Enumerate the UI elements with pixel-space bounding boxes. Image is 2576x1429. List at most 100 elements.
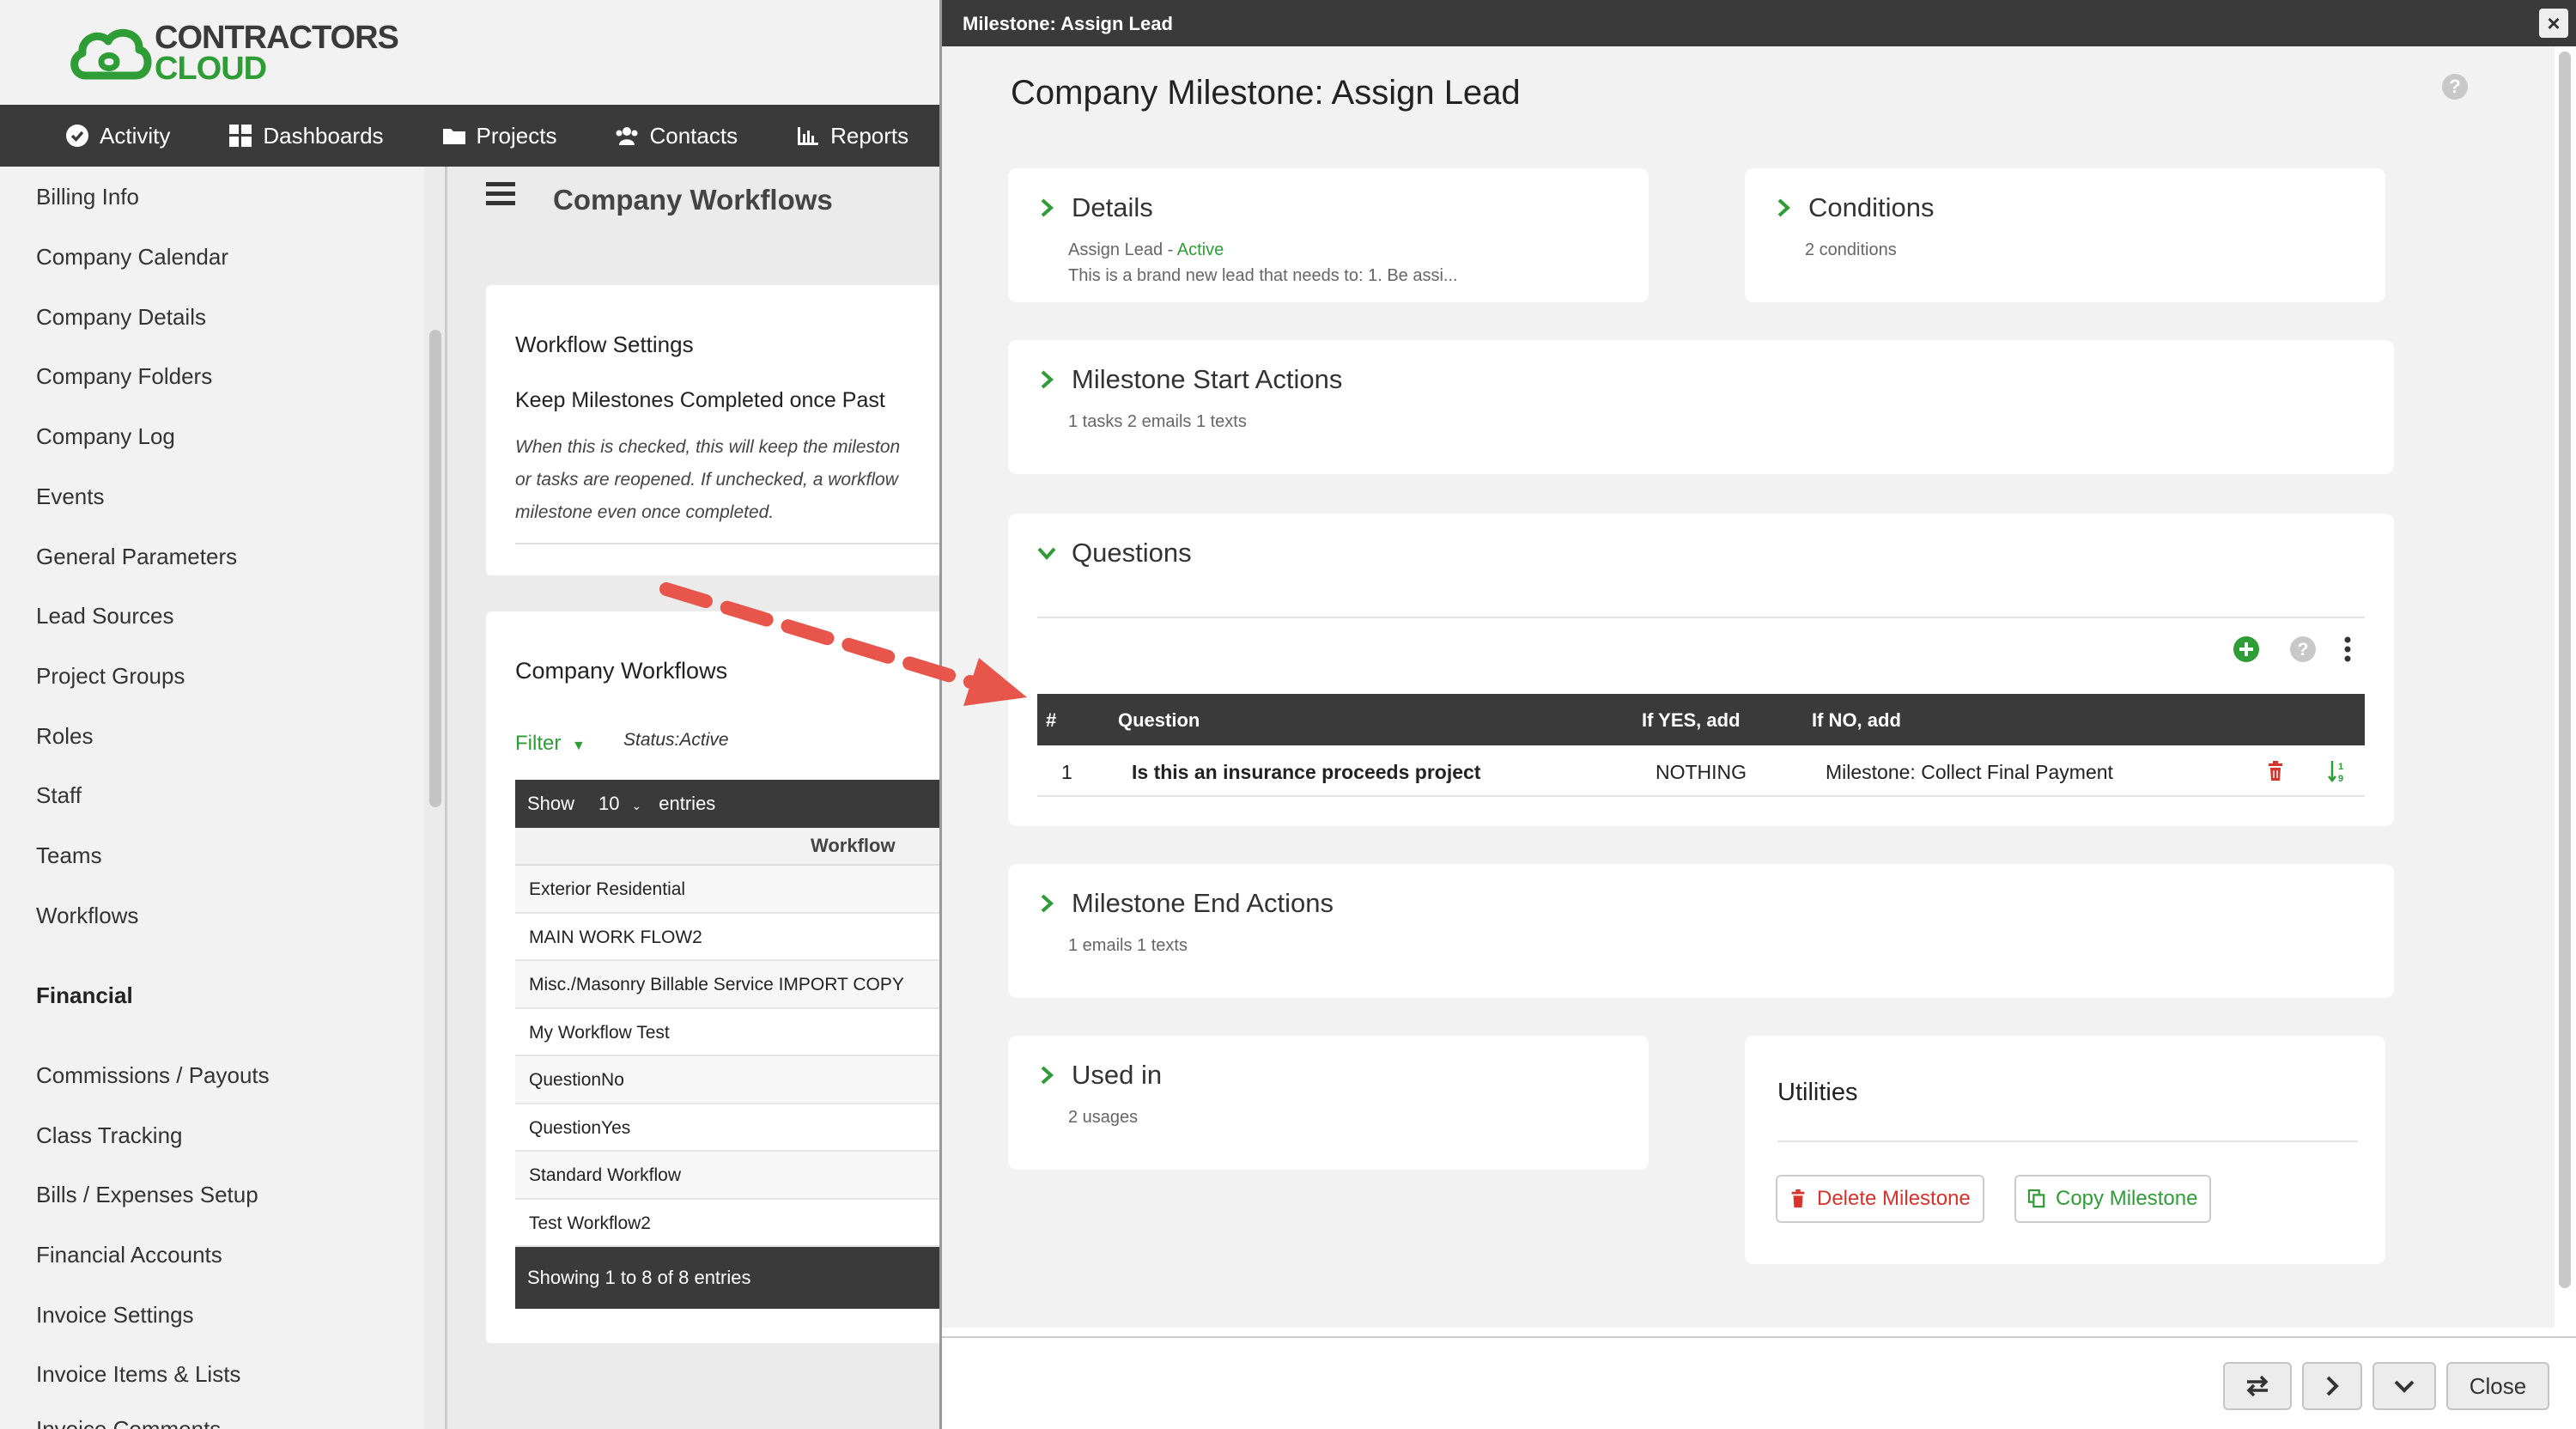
- sidebar-item-bills-expenses-setup[interactable]: Bills / Expenses Setup: [36, 1182, 258, 1208]
- logo-line2: CLOUD: [155, 51, 267, 87]
- sidebar-item-invoice-comments[interactable]: Invoice Comments: [36, 1416, 221, 1429]
- conditions-title: Conditions: [1808, 192, 1935, 222]
- sidebar-item-project-groups[interactable]: Project Groups: [36, 663, 185, 690]
- trash-icon[interactable]: [2267, 761, 2284, 781]
- modal-heading: Company Milestone: Assign Lead: [1011, 74, 1521, 112]
- sidebar-item-company-folders[interactable]: Company Folders: [36, 363, 212, 390]
- sidebar-item-workflows[interactable]: Workflows: [36, 903, 138, 929]
- col-question: Question: [1118, 709, 1200, 731]
- sidebar-item-roles[interactable]: Roles: [36, 723, 93, 750]
- workflow-settings-card: [486, 285, 950, 575]
- sidebar-item-general-parameters[interactable]: General Parameters: [36, 544, 237, 570]
- nav-projects[interactable]: Projects: [442, 122, 557, 149]
- settings-divider: [515, 543, 945, 544]
- end-actions-panel[interactable]: [1008, 864, 2394, 998]
- sidebar-item-events[interactable]: Events: [36, 483, 105, 510]
- sidebar-scrollbar[interactable]: [429, 330, 441, 807]
- nav-contacts[interactable]: Contacts: [615, 123, 738, 149]
- workflow-column-header[interactable]: Workflow: [515, 828, 945, 866]
- used-in-panel[interactable]: [1008, 1036, 1649, 1170]
- expand-button[interactable]: [2372, 1362, 2436, 1410]
- chevron-right-icon: [1041, 894, 1054, 913]
- sidebar-item-invoice-settings[interactable]: Invoice Settings: [36, 1302, 194, 1329]
- modal-scrollbar[interactable]: [2559, 52, 2571, 1288]
- questions-header[interactable]: Questions: [1037, 538, 1192, 569]
- sort-icon[interactable]: 19: [2327, 759, 2348, 783]
- details-header[interactable]: Details: [1037, 192, 1153, 223]
- chevron-right-icon: [1041, 198, 1054, 217]
- table-row[interactable]: MAIN WORK FLOW2: [515, 914, 945, 961]
- table-row[interactable]: Misc./Masonry Billable Service IMPORT CO…: [515, 961, 945, 1009]
- nav-projects-label: Projects: [476, 122, 557, 149]
- end-actions-subtitle: 1 emails 1 texts: [1068, 936, 1188, 955]
- details-description: This is a brand new lead that needs to: …: [1068, 266, 1458, 285]
- logo-cloud-icon: [70, 28, 152, 80]
- conditions-panel[interactable]: [1745, 168, 2385, 302]
- delete-milestone-label: Delete Milestone: [1817, 1187, 1971, 1210]
- company-workflows-title: Company Workflows: [515, 658, 728, 684]
- caret-down-icon: ▼: [572, 739, 586, 753]
- status-badge: Active: [1176, 240, 1224, 259]
- sidebar-item-company-log[interactable]: Company Log: [36, 423, 175, 450]
- sidebar-item-company-calendar[interactable]: Company Calendar: [36, 244, 228, 271]
- table-row[interactable]: 1 Is this an insurance proceeds project …: [1037, 745, 2365, 797]
- delete-milestone-button[interactable]: Delete Milestone: [1776, 1175, 1984, 1223]
- svg-text:?: ?: [2298, 640, 2309, 660]
- page-title: Company Workflows: [553, 184, 833, 216]
- table-row[interactable]: QuestionYes: [515, 1104, 945, 1152]
- filter-dropdown[interactable]: Filter ▼: [515, 732, 586, 756]
- logo-line1: CONTRACTORS: [155, 20, 399, 56]
- sidebar-item-commissions-payouts[interactable]: Commissions / Payouts: [36, 1062, 270, 1089]
- help-icon[interactable]: ?: [2289, 635, 2317, 663]
- modal-titlebar: Milestone: Assign Lead ×: [942, 0, 2576, 46]
- sidebar-item-teams[interactable]: Teams: [36, 842, 102, 869]
- add-question-icon[interactable]: [2233, 635, 2260, 663]
- copy-milestone-label: Copy Milestone: [2056, 1187, 2198, 1210]
- entries-select[interactable]: 10 ⌄: [598, 793, 641, 815]
- table-row[interactable]: Exterior Residential: [515, 866, 945, 914]
- questions-title: Questions: [1072, 538, 1192, 568]
- sidebar-item-financial-accounts[interactable]: Financial Accounts: [36, 1242, 222, 1268]
- nav-dashboards[interactable]: Dashboards: [228, 123, 384, 149]
- swap-button[interactable]: [2223, 1362, 2292, 1410]
- start-actions-title: Milestone Start Actions: [1072, 364, 1343, 394]
- table-row[interactable]: Standard Workflow: [515, 1152, 945, 1200]
- sidebar-item-invoice-items-lists[interactable]: Invoice Items & Lists: [36, 1361, 240, 1388]
- row-if-yes: NOTHING: [1656, 761, 1747, 783]
- copy-milestone-button[interactable]: Copy Milestone: [2014, 1175, 2212, 1223]
- sidebar-item-company-details[interactable]: Company Details: [36, 304, 206, 331]
- sidebar-item-lead-sources[interactable]: Lead Sources: [36, 603, 173, 629]
- help-icon[interactable]: ?: [2442, 74, 2468, 100]
- details-title: Details: [1072, 192, 1153, 222]
- sidebar-section-financial: Financial: [36, 982, 133, 1008]
- swap-arrows-icon: [2246, 1375, 2269, 1397]
- keep-desc-line-1: When this is checked, this will keep the…: [515, 437, 901, 457]
- sidebar-item-staff[interactable]: Staff: [36, 782, 82, 809]
- conditions-header[interactable]: Conditions: [1774, 192, 1934, 223]
- sidebar-divider: [445, 167, 447, 1429]
- hamburger-menu-icon[interactable]: [486, 182, 515, 206]
- entries-select-value: 10: [598, 793, 620, 814]
- table-row[interactable]: QuestionNo: [515, 1056, 945, 1104]
- next-button[interactable]: [2302, 1362, 2362, 1410]
- modal-footer: Close: [942, 1336, 2576, 1429]
- start-actions-panel[interactable]: [1008, 340, 2394, 474]
- sidebar-item-billing-info[interactable]: Billing Info: [36, 184, 139, 210]
- table-row[interactable]: Test Workflow2: [515, 1200, 945, 1247]
- nav-reports[interactable]: Reports: [796, 123, 908, 149]
- used-in-header[interactable]: Used in: [1037, 1060, 1162, 1091]
- nav-activity[interactable]: Activity: [65, 123, 170, 149]
- chevron-right-icon: [2326, 1376, 2339, 1396]
- chevron-right-icon: [1041, 1066, 1054, 1085]
- nav-reports-label: Reports: [830, 122, 909, 149]
- sidebar-item-class-tracking[interactable]: Class Tracking: [36, 1122, 183, 1149]
- close-button[interactable]: Close: [2446, 1362, 2549, 1410]
- end-actions-header[interactable]: Milestone End Actions: [1037, 888, 1334, 919]
- table-row[interactable]: My Workflow Test: [515, 1009, 945, 1056]
- more-vertical-icon[interactable]: [2342, 635, 2353, 663]
- nav-contacts-label: Contacts: [649, 122, 738, 149]
- questions-divider: [1037, 617, 2365, 618]
- start-actions-header[interactable]: Milestone Start Actions: [1037, 364, 1342, 395]
- end-actions-title: Milestone End Actions: [1072, 888, 1334, 918]
- close-icon[interactable]: ×: [2539, 9, 2568, 38]
